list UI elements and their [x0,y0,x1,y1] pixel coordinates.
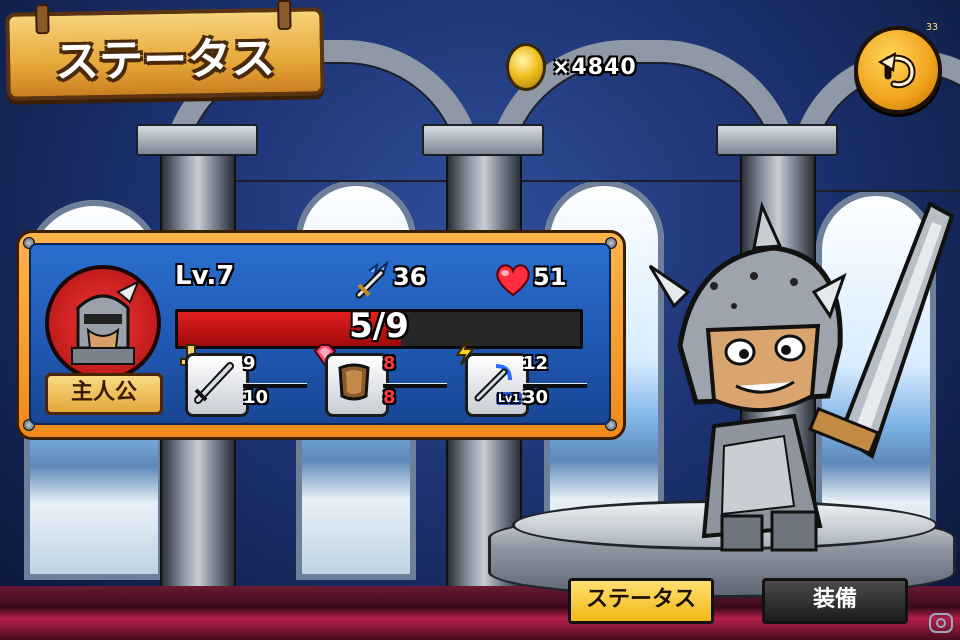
hp-bar: 5/9 [175,309,583,349]
page-title: ステータス [54,33,276,88]
pillar-capital [136,124,258,156]
heart-icon [496,264,530,297]
attack-value: 36 [393,263,427,291]
corner-number: 33 [926,22,939,33]
pillar-capital [422,124,544,156]
knight-helmet-icon [71,279,140,365]
sword-icon [194,362,234,404]
heart-value: 51 [533,263,567,291]
equip-level-tag: Lv1 [496,392,522,405]
equip-stat-current: 9 [243,353,256,374]
equip-stat-current: 8 [383,353,396,374]
knight-character [648,201,955,552]
pillar-capital [716,124,838,156]
back-button[interactable] [854,26,942,114]
equip-slot-magic[interactable]: Lv1 [465,353,529,417]
hp-text: 5/9 [349,309,409,346]
equip-stat-max: 8 [383,387,396,408]
tab-status[interactable]: ステータス [568,578,714,624]
equip-slot-weapon[interactable] [185,353,249,417]
title-signboard: ステータス [5,0,325,101]
coin-amount: ×4840 [552,54,637,80]
tab-equipment[interactable]: 装備 [762,578,908,624]
equip-stat-armor: 8 8 [383,353,449,415]
watermark-logo-icon [929,613,953,633]
coin-icon [506,43,546,91]
status-panel-inner: 主人公 Lv.7 36 51 5/9 9 10 8 8 Lv1 12 30 [29,243,611,425]
character-portrait[interactable] [45,265,161,381]
winged-sword-icon [355,261,389,299]
equip-stat-weapon: 9 10 [243,353,309,415]
equip-stat-magic: 12 30 [523,353,589,415]
equip-slot-armor[interactable] [325,353,389,417]
character-name-plate: 主人公 [45,373,163,415]
equip-stat-current: 12 [523,353,549,374]
return-arrow-icon [878,52,916,89]
bracer-icon [338,363,370,401]
status-panel: 主人公 Lv.7 36 51 5/9 9 10 8 8 Lv1 12 30 [16,230,626,440]
equip-stat-max: 30 [523,387,549,408]
level-text: Lv.7 [175,261,235,291]
coin-counter: ×4840 [506,43,637,91]
equip-stat-max: 10 [243,387,269,408]
